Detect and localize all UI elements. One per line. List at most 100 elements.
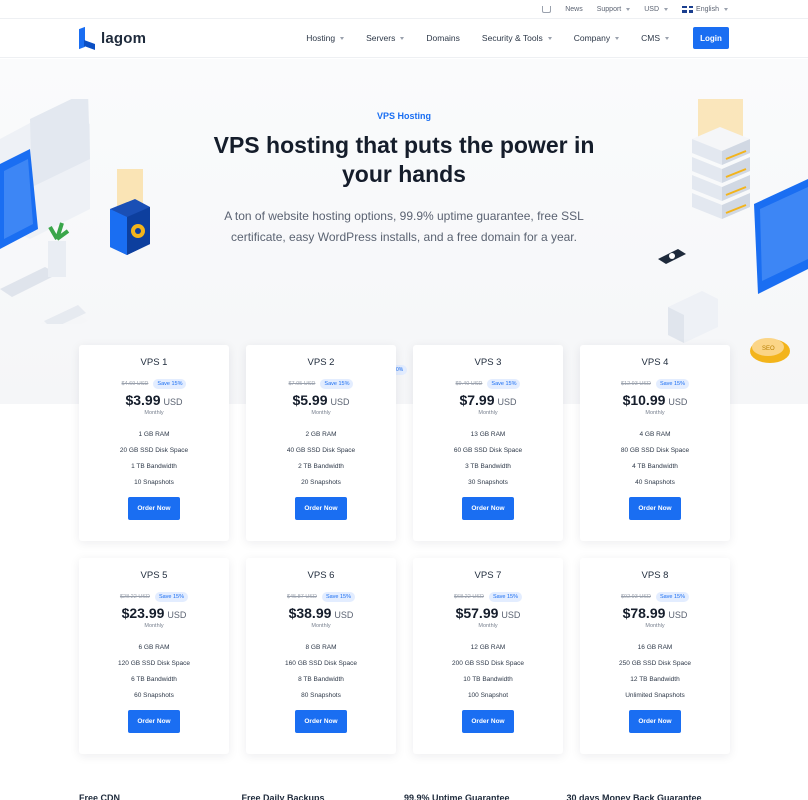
order-now-button[interactable]: Order Now (462, 710, 514, 733)
plan-card: VPS 4 $12.93 USD Save 15% $10.99 USD Monthly 4… (580, 345, 730, 541)
logo-text: lagom (101, 29, 147, 47)
cart-icon[interactable] (542, 5, 552, 13)
lagom-logo-icon (79, 28, 95, 48)
spec-item: 1 TB Bandwidth (131, 463, 177, 470)
plan-name: VPS 8 (641, 570, 669, 581)
plan-specs: 8 GB RAM 160 GB SSD Disk Space 8 TB Bandwi… (285, 644, 357, 699)
nav-item-hosting[interactable]: Hosting (306, 33, 345, 43)
price-discount-row: $28.22 USD Save 15% (120, 592, 189, 602)
nav-item-cms[interactable]: CMS (641, 33, 669, 43)
original-price: $9.40 USD (455, 381, 483, 387)
billing-period: Monthly (144, 623, 164, 629)
save-badge: Save 15% (153, 379, 187, 389)
price-discount-row: $4.69 USD Save 15% (122, 379, 187, 389)
support-dropdown[interactable]: Support (597, 6, 631, 13)
safe-box-illustration (110, 169, 150, 255)
spec-item: 10 Snapshots (134, 479, 174, 486)
chevron-down-icon (340, 36, 345, 40)
spec-item: Unlimited Snapshots (625, 692, 685, 699)
plan-specs: 12 GB RAM 200 GB SSD Disk Space 10 TB Band… (452, 644, 524, 699)
spec-item: 40 GB SSD Disk Space (286, 447, 356, 454)
nav-item-label: Hosting (306, 33, 336, 43)
order-now-button[interactable]: Order Now (295, 710, 347, 733)
hosting-illustration-left (0, 99, 90, 324)
currency-dropdown[interactable]: USD (644, 6, 669, 13)
price-currency: USD (330, 397, 350, 407)
order-now-button[interactable]: Order Now (462, 497, 514, 520)
spec-item: 20 Snapshots (301, 479, 341, 486)
price-currency: USD (167, 610, 187, 620)
save-badge: Save 15% (321, 592, 356, 602)
main-navigation: lagom Hosting Servers Domains Security & To… (0, 18, 808, 58)
plan-price: $78.99 USD (623, 605, 688, 621)
price-currency: USD (668, 610, 688, 620)
login-button[interactable]: Login (693, 27, 729, 49)
spec-item: 8 TB Bandwidth (298, 676, 344, 683)
price-discount-row: $9.40 USD Save 15% (456, 379, 521, 389)
original-price: $92.93 USD (620, 594, 651, 600)
nav-item-security-tools[interactable]: Security & Tools (482, 33, 552, 43)
language-dropdown[interactable]: English (682, 5, 728, 13)
spec-item: 60 GB SSD Disk Space (453, 447, 523, 454)
billing-period: Monthly (311, 623, 331, 629)
spec-item: 6 GB RAM (138, 644, 170, 651)
plan-specs: 16 GB RAM 250 GB SSD Disk Space 12 TB Band… (619, 644, 691, 699)
billing-period: Monthly (144, 410, 164, 416)
plan-price: $3.99 USD (125, 392, 182, 408)
news-link[interactable]: News (565, 6, 583, 13)
save-badge: Save 15% (655, 379, 690, 389)
feature-item: 99.9% Uptime Guarantee (404, 793, 510, 800)
plan-name: VPS 2 (307, 357, 335, 368)
spec-item: 12 GB RAM (470, 644, 506, 651)
spec-item: 16 GB RAM (637, 644, 673, 651)
price-currency: USD (668, 397, 688, 407)
spec-item: 12 TB Bandwidth (630, 676, 680, 683)
price-amount: $10.99 (622, 392, 666, 408)
price-amount: $38.99 (288, 605, 332, 621)
plan-specs: 4 GB RAM 80 GB SSD Disk Space 4 TB Bandwid… (621, 431, 689, 486)
order-now-button[interactable]: Order Now (128, 497, 180, 520)
original-price: $4.69 USD (121, 381, 149, 387)
feature-item: Free CDN (79, 793, 121, 800)
price-discount-row: $7.05 USD Save 15% (289, 379, 354, 389)
spec-item: 6 TB Bandwidth (131, 676, 177, 683)
plan-price: $5.99 USD (292, 392, 349, 408)
price-currency: USD (163, 397, 183, 407)
order-now-button[interactable]: Order Now (629, 710, 681, 733)
save-badge: Save 15% (488, 592, 523, 602)
plan-name: VPS 4 (641, 357, 669, 368)
chevron-down-icon (400, 36, 405, 40)
spec-item: 120 GB SSD Disk Space (118, 660, 190, 667)
plan-card: VPS 3 $9.40 USD Save 15% $7.99 USD Monthly 13 … (413, 345, 563, 541)
order-now-button[interactable]: Order Now (629, 497, 681, 520)
spec-item: 2 TB Bandwidth (298, 463, 344, 470)
billing-period: Monthly (645, 623, 665, 629)
spec-item: 100 Snapshot (467, 692, 509, 699)
plan-card: VPS 5 $28.22 USD Save 15% $23.99 USD Monthly 6… (79, 558, 229, 754)
logo[interactable]: lagom (79, 28, 146, 48)
chevron-down-icon (626, 7, 631, 11)
nav-item-label: Company (573, 33, 611, 43)
uk-flag-icon (682, 5, 694, 13)
plan-name: VPS 1 (140, 357, 168, 368)
plan-card: VPS 1 $4.69 USD Save 15% $3.99 USD Monthly 1 G… (79, 345, 229, 541)
nav-item-company[interactable]: Company (573, 33, 620, 43)
price-discount-row: $45.87 USD Save 15% (287, 592, 356, 602)
plan-price: $57.99 USD (456, 605, 521, 621)
spec-item: 80 GB SSD Disk Space (620, 447, 690, 454)
chevron-down-icon (724, 7, 728, 11)
price-discount-row: $92.93 USD Save 15% (620, 592, 690, 602)
price-currency: USD (501, 610, 521, 620)
order-now-button[interactable]: Order Now (295, 497, 347, 520)
nav-item-label: Servers (366, 33, 396, 43)
nav-item-label: CMS (641, 33, 660, 43)
price-amount: $5.99 (292, 392, 328, 408)
feature-item: Free Daily Backups (241, 793, 325, 800)
feature-item: 30 days Money Back Guarantee (566, 793, 702, 800)
nav-item-servers[interactable]: Servers (366, 33, 405, 43)
spec-item: 4 GB RAM (639, 431, 671, 438)
price-currency: USD (334, 610, 354, 620)
nav-item-domains[interactable]: Domains (426, 33, 460, 43)
spec-item: 160 GB SSD Disk Space (285, 660, 357, 667)
order-now-button[interactable]: Order Now (128, 710, 180, 733)
